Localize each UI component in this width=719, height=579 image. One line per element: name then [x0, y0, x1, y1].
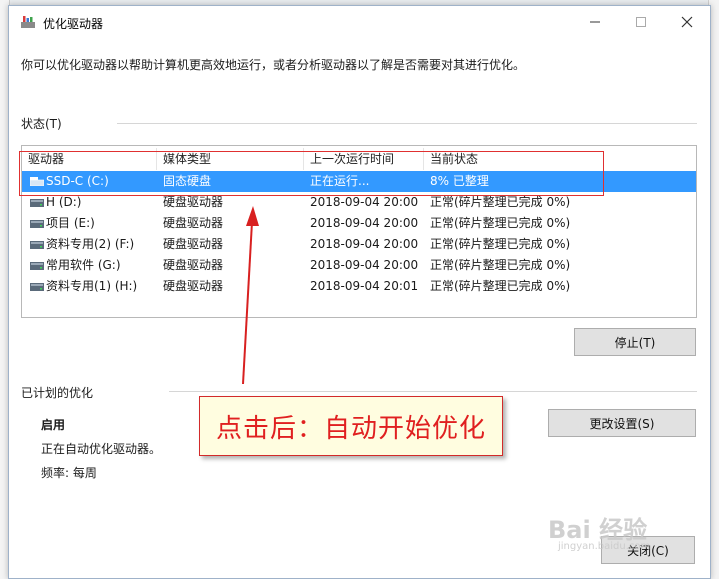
annotation-callout: 点击后：自动开始优化 — [199, 396, 503, 456]
watermark-main: Bai 经验 — [548, 516, 648, 544]
baidu-jingyan-watermark: Bai 经验 jingyan.baidu.com — [548, 510, 698, 556]
watermark-sub: jingyan.baidu.com — [558, 541, 651, 552]
annotation-arrow — [242, 206, 259, 385]
